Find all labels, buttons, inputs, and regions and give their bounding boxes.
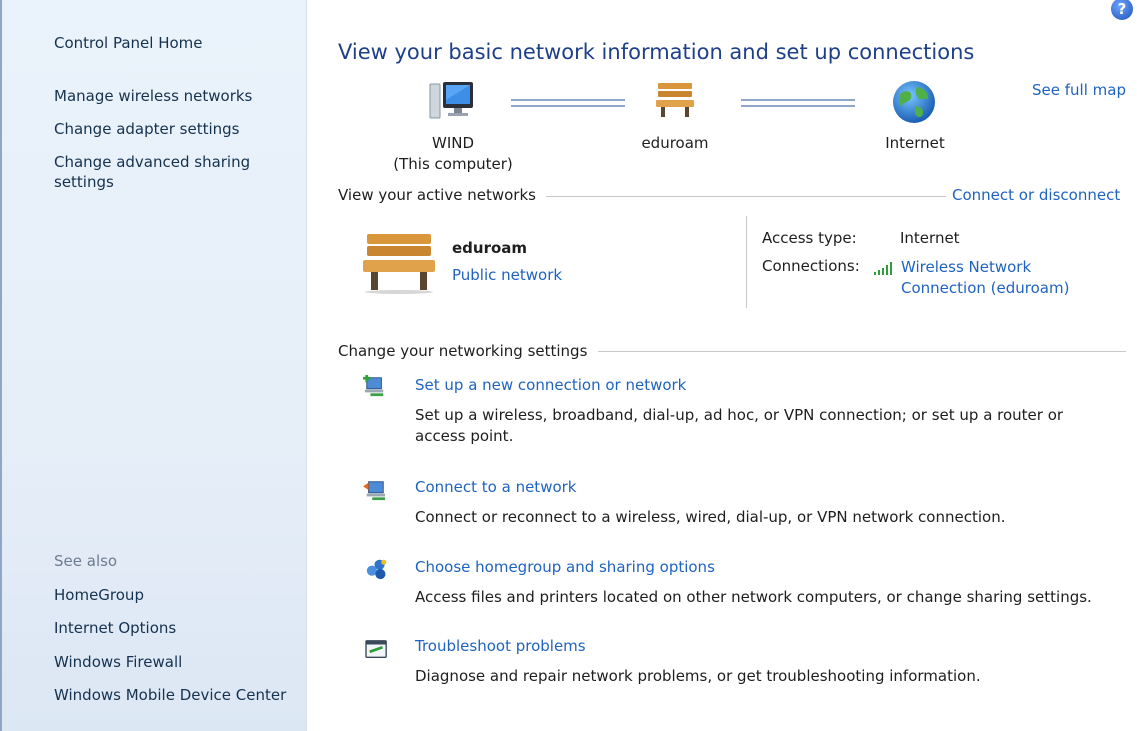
access-type-label: Access type: xyxy=(762,229,857,247)
see-also-heading: See also xyxy=(54,552,118,570)
vertical-divider xyxy=(746,216,747,308)
change-advanced-sharing-settings-link[interactable]: Change advanced sharing settings xyxy=(54,152,284,192)
section-divider xyxy=(546,196,946,197)
page-title: View your basic network information and … xyxy=(338,40,975,64)
map-connector-line xyxy=(741,99,855,107)
windows-firewall-link[interactable]: Windows Firewall xyxy=(54,652,182,672)
setup-new-connection-link[interactable]: Set up a new connection or network xyxy=(415,376,686,394)
troubleshoot-problems-description: Diagnose and repair network problems, or… xyxy=(415,667,981,685)
homegroup-sharing-description: Access files and printers located on oth… xyxy=(415,588,1092,606)
new-connection-icon xyxy=(363,375,384,397)
troubleshoot-icon xyxy=(365,640,387,659)
section-divider xyxy=(598,351,1126,352)
computer-icon[interactable] xyxy=(428,80,476,124)
change-settings-heading: Change your networking settings xyxy=(338,342,588,360)
setup-new-connection-description: Set up a wireless, broadband, dial-up, a… xyxy=(415,406,1064,445)
internet-options-link[interactable]: Internet Options xyxy=(54,618,176,638)
homegroup-icon xyxy=(366,559,387,580)
troubleshoot-problems-link[interactable]: Troubleshoot problems xyxy=(415,637,586,655)
computer-subtitle: (This computer) xyxy=(393,155,513,173)
left-navigation-pane: Control Panel Home Manage wireless netwo… xyxy=(0,0,307,731)
public-network-bench-icon xyxy=(363,234,435,294)
connection-line-2: Connection (eduroam) xyxy=(901,279,1070,297)
map-connector-line xyxy=(511,99,625,107)
computer-name: WIND (This computer) xyxy=(378,133,528,175)
public-network-bench-icon[interactable] xyxy=(655,80,695,120)
homegroup-sharing-link[interactable]: Choose homegroup and sharing options xyxy=(415,558,715,576)
wireless-connection-link[interactable]: Wireless Network Connection (eduroam) xyxy=(901,257,1069,299)
manage-wireless-networks-link[interactable]: Manage wireless networks xyxy=(54,86,252,106)
connect-network-icon xyxy=(363,481,386,501)
public-network-link[interactable]: Public network xyxy=(452,266,562,284)
connect-or-disconnect-link[interactable]: Connect or disconnect xyxy=(952,186,1120,204)
connect-to-network-link[interactable]: Connect to a network xyxy=(415,478,577,496)
access-type-value: Internet xyxy=(900,229,960,247)
homegroup-link[interactable]: HomeGroup xyxy=(54,585,144,605)
connection-line-1: Wireless Network xyxy=(901,258,1032,276)
internet-globe-icon[interactable] xyxy=(891,79,937,125)
wifi-signal-icon xyxy=(874,262,892,275)
window-edge xyxy=(0,0,2,731)
internet-label: Internet xyxy=(885,134,945,152)
active-network-name: eduroam xyxy=(452,239,528,257)
see-full-map-link[interactable]: See full map xyxy=(1032,81,1126,99)
help-icon[interactable]: ? xyxy=(1111,0,1133,20)
network-name: eduroam xyxy=(641,134,709,152)
connections-label: Connections: xyxy=(762,257,860,275)
windows-mobile-device-center-link[interactable]: Windows Mobile Device Center xyxy=(54,685,286,705)
active-networks-heading: View your active networks xyxy=(338,186,536,204)
computer-name-label: WIND xyxy=(431,134,475,152)
change-adapter-settings-link[interactable]: Change adapter settings xyxy=(54,119,240,139)
control-panel-home-link[interactable]: Control Panel Home xyxy=(54,33,203,53)
connect-to-network-description: Connect or reconnect to a wireless, wire… xyxy=(415,508,1006,526)
